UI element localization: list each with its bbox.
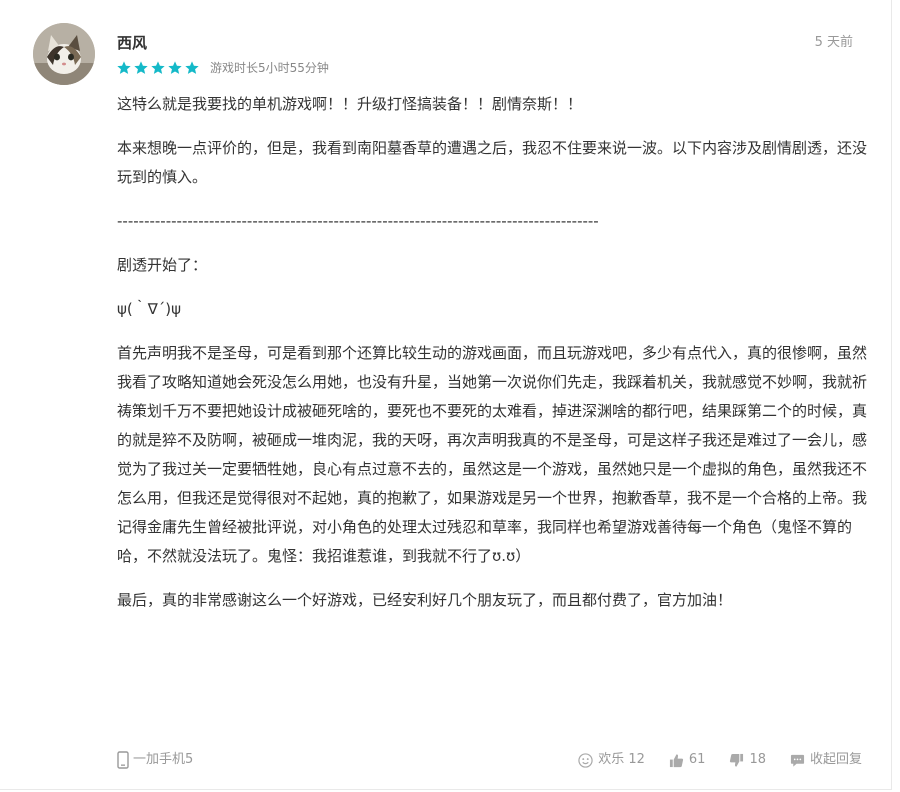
review-content: 这特么就是我要找的单机游戏啊！！升级打怪搞装备！！剧情奈斯！！ 本来想晚一点评价… — [117, 90, 867, 630]
dislike-count: 18 — [749, 752, 766, 767]
collapse-replies-button[interactable]: 收起回复 — [790, 748, 862, 772]
star-icon — [151, 61, 165, 74]
star-icon — [185, 61, 199, 74]
star-icon — [117, 61, 131, 74]
star-icon — [134, 61, 148, 74]
phone-icon — [117, 751, 129, 769]
timestamp: 5 天前 — [814, 35, 853, 50]
like-button[interactable]: 61 — [669, 748, 706, 772]
device-name: 一加手机5 — [133, 752, 194, 767]
paragraph-spoiler-start: 剧透开始了： — [117, 256, 208, 274]
avatar[interactable] — [33, 23, 95, 85]
like-count: 61 — [688, 752, 706, 767]
thumbs-up-icon — [669, 753, 683, 767]
funny-label: 欢乐 12 — [598, 752, 645, 767]
paragraph-emoticon: ψ(｀∇´)ψ — [117, 300, 182, 318]
review-card: 西风 游戏时长5小时55分钟 5 天前 这特么就是我要找的单机游戏啊！！升级打怪… — [0, 0, 892, 790]
divider-line: ----------------------------------------… — [117, 212, 599, 230]
star-icon — [168, 61, 182, 74]
paragraph-headline: 这特么就是我要找的单机游戏啊！！升级打怪搞装备！！剧情奈斯！！ — [117, 95, 583, 113]
cat-avatar-image — [33, 23, 95, 85]
playtime: 游戏时长5小时55分钟 — [210, 61, 329, 75]
paragraph-main: 首先声明我不是圣母，可是看到那个还算比较生动的游戏画面，而且玩游戏吧，多少有点代… — [117, 344, 868, 565]
smiley-icon — [578, 752, 593, 768]
collapse-label: 收起回复 — [809, 752, 862, 767]
review-footer: 一加手机5 欢乐 12 61 18 收起回复 — [117, 748, 862, 772]
review-actions: 欢乐 12 61 18 收起回复 — [554, 748, 862, 772]
dislike-button[interactable]: 18 — [729, 748, 766, 772]
username[interactable]: 西风 — [117, 33, 147, 53]
thumbs-down-icon — [730, 753, 744, 767]
star-rating — [116, 60, 200, 76]
paragraph-intro: 本来想晚一点评价的，但是，我看到南阳墓香草的遭遇之后，我忍不住要来说一波。以下内… — [117, 139, 868, 186]
paragraph-closing: 最后，真的非常感谢这么一个好游戏，已经安利好几个朋友玩了，而且都付费了，官方加油… — [117, 591, 733, 609]
device-info: 一加手机5 — [117, 748, 193, 772]
comment-icon — [790, 754, 805, 767]
funny-button[interactable]: 欢乐 12 — [578, 748, 645, 772]
rating-row: 游戏时长5小时55分钟 — [116, 58, 329, 78]
